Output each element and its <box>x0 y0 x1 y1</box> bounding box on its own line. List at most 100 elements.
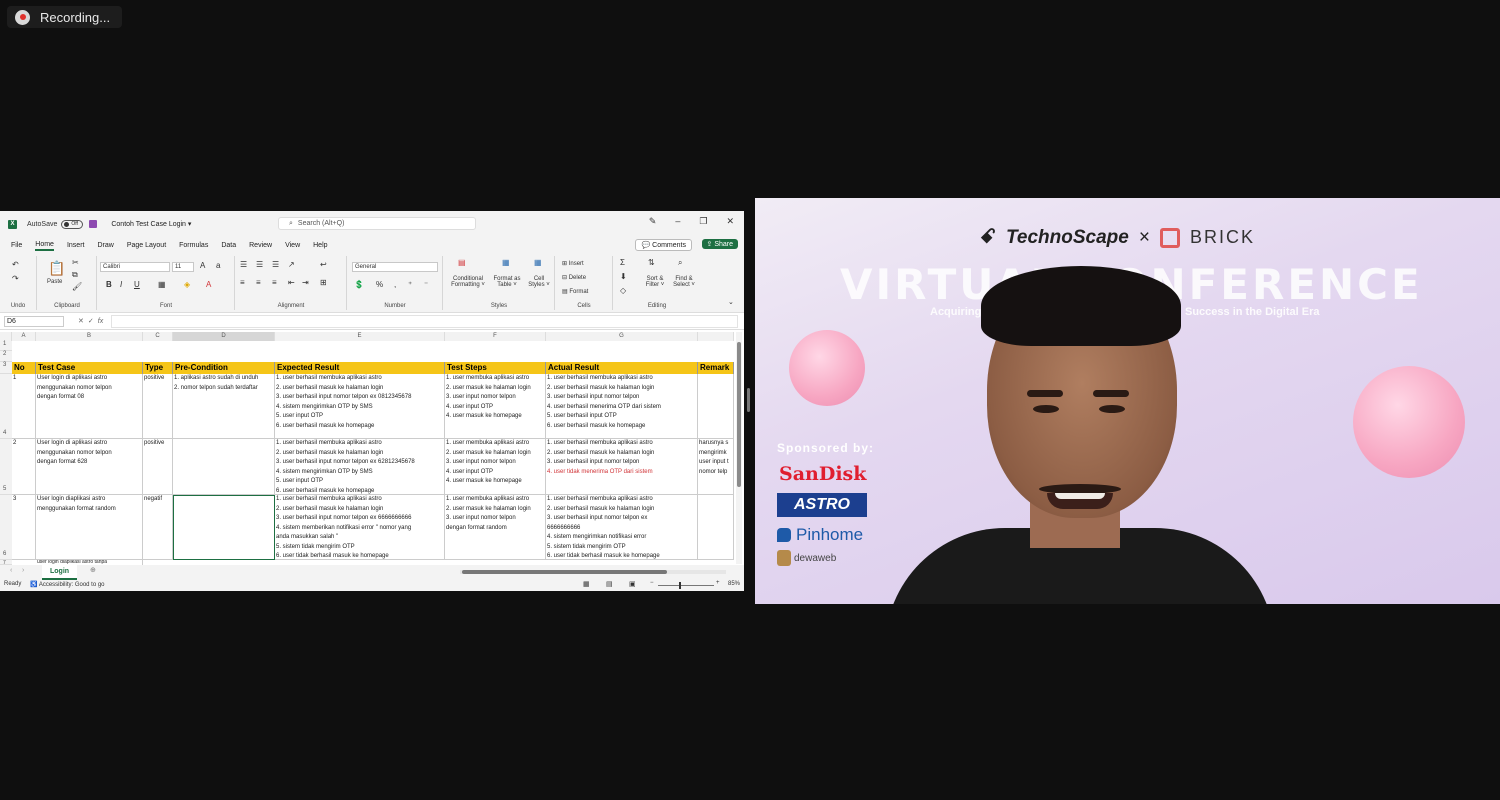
cell-pre-condition[interactable] <box>173 439 275 495</box>
column-header[interactable]: F <box>445 332 546 341</box>
conditional-formatting-button[interactable]: Conditional Formatting ˅ <box>446 276 490 288</box>
tab-data[interactable]: Data <box>221 242 236 249</box>
header-cell-type[interactable]: Type <box>143 362 173 374</box>
cell-remark[interactable] <box>698 495 734 560</box>
fill-icon[interactable]: ⬇ <box>620 272 627 281</box>
cell-remark[interactable] <box>698 374 734 439</box>
tab-help[interactable]: Help <box>313 242 327 249</box>
zoom-level[interactable]: 85% <box>728 581 740 587</box>
bold-icon[interactable]: B <box>106 280 112 289</box>
format-as-table-button[interactable]: Format as Table ˅ <box>490 276 524 288</box>
zoom-in-icon[interactable]: + <box>716 580 720 586</box>
cell-test-steps[interactable]: 1. user membuka aplikasi astro 2. user m… <box>445 439 546 495</box>
comma-icon[interactable]: , <box>394 280 396 289</box>
vertical-scroll-thumb[interactable] <box>737 342 741 487</box>
tab-draw[interactable]: Draw <box>97 242 113 249</box>
column-header[interactable]: A <box>12 332 36 341</box>
sheet-nav-next-icon[interactable]: › <box>22 567 24 574</box>
page-layout-view-icon[interactable]: ▤ <box>606 580 613 588</box>
header-cell-no[interactable]: No <box>12 362 36 374</box>
font-size-select[interactable]: 11 <box>172 262 194 272</box>
delete-cells-button[interactable]: ⊟ Delete <box>562 274 586 281</box>
pen-icon[interactable]: ✎ <box>649 216 657 227</box>
cell-test-steps[interactable]: 1. user membuka aplikasi astro 2. user m… <box>445 374 546 439</box>
fill-color-icon[interactable]: ◈ <box>184 280 190 289</box>
page-break-view-icon[interactable]: ▣ <box>629 580 636 588</box>
minimize-icon[interactable]: – <box>675 216 680 227</box>
cell-expected-result[interactable]: 1. user berhasil membuka aplikasi astro … <box>275 495 445 560</box>
cell-no[interactable]: 1 <box>12 374 36 439</box>
column-header[interactable] <box>698 332 734 341</box>
tab-review[interactable]: Review <box>249 242 272 249</box>
cell-test-case[interactable]: User login di aplikasi astro menggunakan… <box>36 374 143 439</box>
percent-icon[interactable]: % <box>376 280 383 289</box>
sort-filter-icon[interactable]: ⇅ <box>648 258 655 267</box>
header-cell-test-steps[interactable]: Test Steps <box>445 362 546 374</box>
zoom-out-icon[interactable]: − <box>650 580 654 586</box>
align-top-icon[interactable]: ☰ <box>240 260 247 269</box>
find-select-icon[interactable]: ⌕ <box>678 258 682 268</box>
redo-icon[interactable]: ↷ <box>12 274 19 283</box>
header-cell-test-case[interactable]: Test Case <box>36 362 143 374</box>
document-title[interactable]: Contoh Test Case Login ▾ <box>111 220 191 228</box>
decrease-font-icon[interactable]: a <box>216 261 220 270</box>
cell-actual-result[interactable]: 1. user berhasil membuka aplikasi astro … <box>546 439 698 495</box>
spreadsheet-grid[interactable]: A B C D E F G 1 2 3 4 5 6 7 No Test Case… <box>0 332 742 591</box>
comments-button[interactable]: 💬 Comments <box>635 239 692 251</box>
cell-styles-button[interactable]: Cell Styles ˅ <box>526 276 552 288</box>
align-center-icon[interactable]: ≡ <box>256 278 261 287</box>
find-select-button[interactable]: Find & Select ˅ <box>670 276 698 288</box>
save-icon[interactable] <box>89 220 98 228</box>
sheet-tab-login[interactable]: Login <box>42 565 78 580</box>
formula-input[interactable] <box>111 314 738 328</box>
align-bottom-icon[interactable]: ☰ <box>272 260 279 269</box>
normal-view-icon[interactable]: ▦ <box>583 580 590 588</box>
horizontal-scroll-thumb[interactable] <box>462 570 667 574</box>
number-format-select[interactable]: General <box>352 262 438 272</box>
add-sheet-icon[interactable]: ⊕ <box>90 566 96 574</box>
cell-test-steps[interactable]: 1. user membuka aplikasi astro 2. user m… <box>445 495 546 560</box>
name-box[interactable]: D6 <box>4 315 64 327</box>
vertical-scrollbar[interactable] <box>736 332 742 564</box>
share-button[interactable]: ⇪ Share <box>701 239 738 249</box>
restore-icon[interactable]: ❐ <box>699 216 707 227</box>
header-cell-remark[interactable]: Remark <box>698 362 734 374</box>
tab-formulas[interactable]: Formulas <box>179 242 208 249</box>
align-middle-icon[interactable]: ☰ <box>256 260 263 269</box>
cell-actual-result[interactable]: 1. user berhasil membuka aplikasi astro … <box>546 495 698 560</box>
increase-font-icon[interactable]: A <box>200 261 205 270</box>
column-header[interactable]: C <box>143 332 173 341</box>
column-header[interactable]: B <box>36 332 143 341</box>
tab-insert[interactable]: Insert <box>67 242 85 249</box>
align-right-icon[interactable]: ≡ <box>272 278 277 287</box>
row-header[interactable]: 6 <box>0 495 12 560</box>
cell-type[interactable]: negatif <box>143 495 173 560</box>
cell-type[interactable]: positive <box>143 439 173 495</box>
cell-test-case[interactable]: User login diaplikasi astro menggunakan … <box>36 495 143 560</box>
sort-filter-button[interactable]: Sort & Filter ˅ <box>642 276 668 288</box>
borders-icon[interactable]: ▦ <box>158 280 166 289</box>
conditional-formatting-icon[interactable]: ▤ <box>458 258 466 267</box>
sheet-nav-prev-icon[interactable]: ‹ <box>10 567 12 574</box>
column-header[interactable]: D <box>173 332 275 341</box>
insert-cells-button[interactable]: ⊞ Insert <box>562 260 584 267</box>
cell-no[interactable]: 3 <box>12 495 36 560</box>
cell-pre-condition-selected[interactable] <box>173 495 275 560</box>
decrease-indent-icon[interactable]: ⇤ <box>288 278 295 287</box>
tab-home[interactable]: Home <box>35 241 54 251</box>
increase-indent-icon[interactable]: ⇥ <box>302 278 309 287</box>
clear-icon[interactable]: ◇ <box>620 286 626 295</box>
format-as-table-icon[interactable]: ▦ <box>502 258 510 267</box>
cell-actual-result[interactable]: 1. user berhasil membuka aplikasi astro … <box>546 374 698 439</box>
cell-test-case[interactable]: User login di aplikasi astro menggunakan… <box>36 439 143 495</box>
align-left-icon[interactable]: ≡ <box>240 278 245 287</box>
accessibility-status[interactable]: ♿ Accessibility: Good to go <box>30 581 105 588</box>
italic-icon[interactable]: I <box>120 280 122 289</box>
horizontal-scrollbar[interactable] <box>460 570 726 574</box>
cell-expected-result[interactable]: 1. user berhasil membuka aplikasi astro … <box>275 374 445 439</box>
function-icon[interactable]: fx <box>98 318 103 325</box>
accounting-icon[interactable]: 💲 <box>354 280 364 289</box>
cell-type[interactable]: positive <box>143 374 173 439</box>
tab-page-layout[interactable]: Page Layout <box>127 242 166 249</box>
tab-view[interactable]: View <box>285 242 300 249</box>
